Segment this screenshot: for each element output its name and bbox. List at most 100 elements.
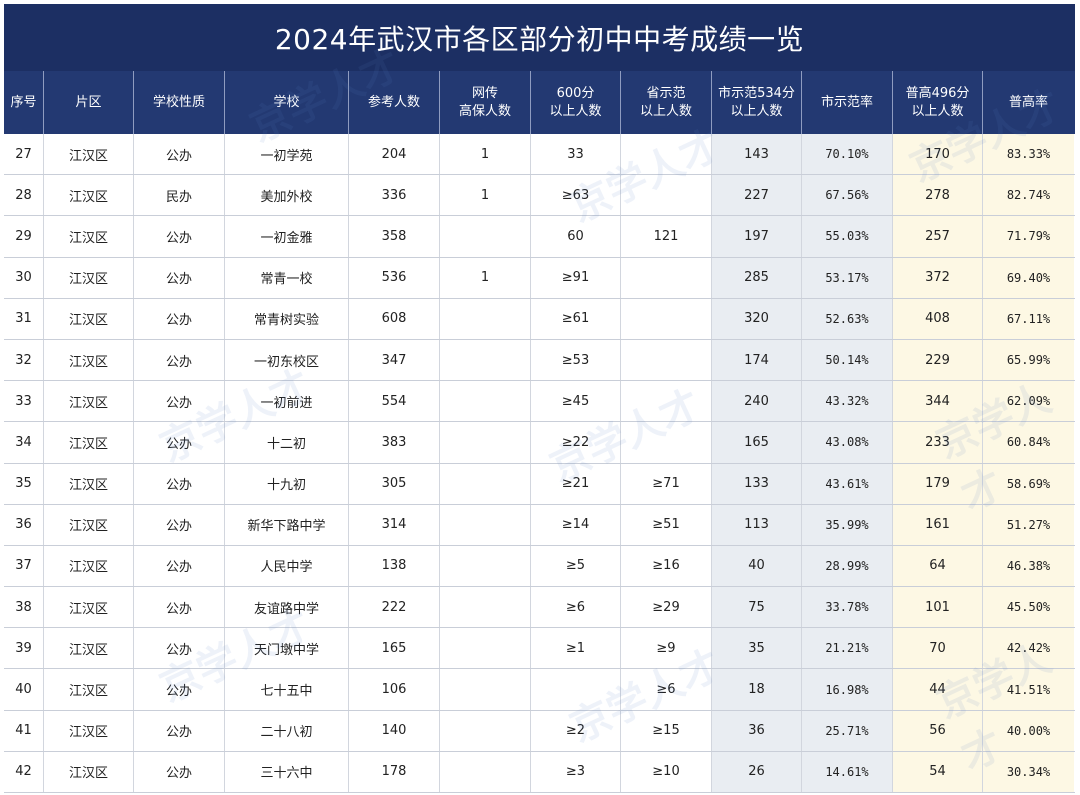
cell-district: 江汉区 xyxy=(44,298,134,339)
cell-city-rate: 53.17% xyxy=(802,257,893,298)
cell-index: 33 xyxy=(4,381,44,422)
cell-city-534: 240 xyxy=(712,381,802,422)
cell-index: 32 xyxy=(4,339,44,381)
cell-district: 江汉区 xyxy=(44,175,134,216)
table-row: 28 江汉区 民办 美加外校 336 1 ≥63 227 67.56% 278 82.74% xyxy=(4,175,1075,217)
cell-school: 十二初 xyxy=(225,422,349,463)
cell-city-rate: 43.32% xyxy=(802,381,893,422)
cell-school: 十九初 xyxy=(225,463,349,504)
cell-general-rate: 60.84% xyxy=(983,422,1074,463)
cell-index: 36 xyxy=(4,504,44,545)
header-city-rate: 市示范率 xyxy=(802,71,893,134)
cell-school: 一初东校区 xyxy=(225,339,349,381)
cell-test-takers: 165 xyxy=(349,628,440,669)
header-provincial: 省示范 以上人数 xyxy=(621,71,712,134)
cell-general-496: 344 xyxy=(893,381,983,422)
table-row: 35 江汉区 公办 十九初 305 ≥21 ≥71 133 43.61% 179 58.69% xyxy=(4,463,1075,505)
header-general-rate: 普高率 xyxy=(1008,94,1048,110)
cell-city-rate: 67.56% xyxy=(802,175,893,216)
cell-city-rate: 43.61% xyxy=(802,463,893,504)
cell-city-534: 227 xyxy=(712,175,802,216)
cell-provincial xyxy=(621,257,712,298)
cell-school-type: 公办 xyxy=(134,134,225,175)
cell-city-rate: 70.10% xyxy=(802,134,893,175)
cell-above-600: ≥53 xyxy=(531,339,621,381)
cell-school-type: 公办 xyxy=(134,216,225,257)
cell-above-600: ≥5 xyxy=(531,545,621,587)
cell-above-600: ≥45 xyxy=(531,381,621,422)
header-general-496: 普高496分 以上人数 xyxy=(893,71,983,134)
header-above-600: 600分 以上人数 xyxy=(531,71,621,134)
cell-city-534: 75 xyxy=(712,587,802,628)
cell-school-type: 公办 xyxy=(134,381,225,422)
cell-general-rate: 69.40% xyxy=(983,257,1074,298)
cell-school: 人民中学 xyxy=(225,545,349,587)
cell-general-496: 257 xyxy=(893,216,983,257)
cell-protected xyxy=(440,545,531,587)
cell-index: 41 xyxy=(4,710,44,751)
cell-test-takers: 106 xyxy=(349,669,440,710)
cell-test-takers: 536 xyxy=(349,257,440,298)
cell-above-600: ≥22 xyxy=(531,422,621,463)
cell-city-rate: 55.03% xyxy=(802,216,893,257)
table-row: 32 江汉区 公办 一初东校区 347 ≥53 174 50.14% 229 65.99% xyxy=(4,339,1075,382)
cell-city-rate: 28.99% xyxy=(802,545,893,587)
cell-general-rate: 65.99% xyxy=(983,339,1074,381)
cell-above-600: ≥61 xyxy=(531,298,621,339)
cell-protected xyxy=(440,216,531,257)
cell-district: 江汉区 xyxy=(44,504,134,545)
cell-school-type: 公办 xyxy=(134,545,225,587)
cell-city-rate: 16.98% xyxy=(802,669,893,710)
cell-test-takers: 138 xyxy=(349,545,440,587)
cell-general-rate: 45.50% xyxy=(983,587,1074,628)
table-row: 31 江汉区 公办 常青树实验 608 ≥61 320 52.63% 408 67.11% xyxy=(4,298,1075,340)
cell-protected xyxy=(440,463,531,504)
cell-general-rate: 58.69% xyxy=(983,463,1074,504)
cell-protected: 1 xyxy=(440,134,531,175)
cell-general-rate: 83.33% xyxy=(983,134,1074,175)
cell-general-496: 54 xyxy=(893,751,983,792)
header-city-534: 市示范534分 以上人数 xyxy=(712,71,802,134)
cell-school: 天门墩中学 xyxy=(225,628,349,669)
header-district: 片区 xyxy=(44,71,134,134)
cell-general-496: 170 xyxy=(893,134,983,175)
results-table-frame: 2024年武汉市各区部分初中中考成绩一览 序号 片区 学校性质 学校 参考人数 网传 高保… xyxy=(4,4,1075,795)
cell-general-496: 408 xyxy=(893,298,983,339)
cell-city-rate: 35.99% xyxy=(802,504,893,545)
cell-index: 30 xyxy=(4,257,44,298)
cell-city-534: 113 xyxy=(712,504,802,545)
cell-general-496: 56 xyxy=(893,710,983,751)
table-row: 41 江汉区 公办 二十八初 140 ≥2 ≥15 36 25.71% 56 40.00% xyxy=(4,710,1075,752)
cell-provincial: ≥9 xyxy=(621,628,712,669)
header-index: 序号 xyxy=(4,71,44,134)
cell-general-496: 101 xyxy=(893,587,983,628)
cell-city-534: 143 xyxy=(712,134,802,175)
cell-school: 二十八初 xyxy=(225,710,349,751)
table-row: 42 江汉区 公办 三十六中 178 ≥3 ≥10 26 14.61% 54 30.34% xyxy=(4,751,1075,793)
cell-above-600: ≥91 xyxy=(531,257,621,298)
cell-index: 34 xyxy=(4,422,44,463)
cell-protected xyxy=(440,751,531,792)
cell-provincial xyxy=(621,381,712,422)
cell-index: 38 xyxy=(4,587,44,628)
cell-general-rate: 41.51% xyxy=(983,669,1074,710)
header-school: 学校 xyxy=(225,71,349,134)
cell-index: 39 xyxy=(4,628,44,669)
cell-city-534: 36 xyxy=(712,710,802,751)
cell-provincial: ≥16 xyxy=(621,545,712,587)
cell-provincial: ≥51 xyxy=(621,504,712,545)
cell-test-takers: 314 xyxy=(349,504,440,545)
cell-city-534: 197 xyxy=(712,216,802,257)
cell-index: 40 xyxy=(4,669,44,710)
cell-district: 江汉区 xyxy=(44,422,134,463)
cell-district: 江汉区 xyxy=(44,751,134,792)
cell-general-rate: 40.00% xyxy=(983,710,1074,751)
cell-school-type: 公办 xyxy=(134,463,225,504)
cell-above-600: ≥21 xyxy=(531,463,621,504)
table-row: 33 江汉区 公办 一初前进 554 ≥45 240 43.32% 344 62.09% xyxy=(4,381,1075,423)
cell-above-600: ≥63 xyxy=(531,175,621,216)
cell-general-496: 44 xyxy=(893,669,983,710)
cell-general-rate: 67.11% xyxy=(983,298,1074,339)
cell-general-496: 233 xyxy=(893,422,983,463)
cell-district: 江汉区 xyxy=(44,381,134,422)
